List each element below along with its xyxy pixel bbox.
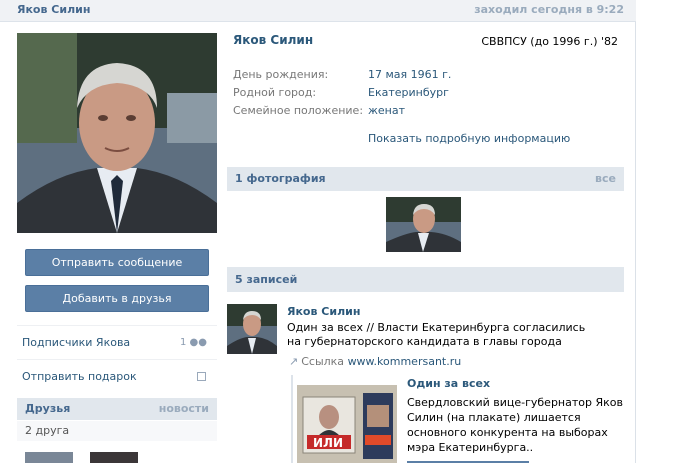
info-label: Семейное положение: (233, 104, 364, 117)
online-status: заходил сегодня в 9:22 (474, 3, 624, 16)
info-value[interactable]: Екатеринбург (368, 86, 449, 99)
followers-link[interactable]: Подписчики Якова 1 ●● (17, 325, 217, 358)
post-link-domain[interactable]: www.kommersant.ru (348, 355, 462, 368)
info-label: Родной город: (233, 86, 317, 99)
friends-count: 2 друга (17, 421, 217, 441)
add-friend-button[interactable]: Добавить в друзья (25, 285, 209, 312)
post-link-prefix: Ссылка (301, 355, 345, 368)
info-label: День рождения: (233, 68, 329, 81)
photo-image (386, 197, 461, 252)
send-message-button[interactable]: Отправить сообщение (25, 249, 209, 276)
show-more-info-link[interactable]: Показать подробную информацию (368, 132, 570, 145)
post-link[interactable]: ↗ Ссылка www.kommersant.ru (289, 355, 461, 368)
avatar-photo (17, 33, 217, 233)
post-text: Один за всех // Власти Екатеринбурга сог… (287, 321, 586, 348)
link-arrow-icon: ↗ (289, 355, 299, 368)
followers-label: Подписчики Якова (22, 336, 131, 349)
friend-avatar[interactable] (90, 452, 138, 463)
wall-section-header: 5 записей (227, 267, 624, 292)
attachment-poster (297, 385, 397, 463)
post-avatar-image (227, 304, 277, 354)
header-name[interactable]: Яков Силин (17, 3, 90, 16)
info-value[interactable]: женат (368, 104, 405, 117)
friends-section-header: Друзья новости (17, 398, 217, 420)
profile-school[interactable]: СВВПСУ (до 1996 г.) '82 (481, 35, 618, 48)
attachment-title[interactable]: Один за всех (407, 377, 490, 390)
photos-section-header: 1 фотография все (227, 167, 624, 191)
photos-title[interactable]: 1 фотография (235, 172, 326, 185)
photo-thumbnail[interactable] (386, 197, 461, 252)
profile-avatar[interactable] (17, 33, 217, 233)
followers-count: 1 ●● (179, 337, 207, 348)
attachment-image[interactable]: ИЛИ (297, 385, 397, 463)
friends-news-link[interactable]: новости (159, 398, 209, 420)
wall-title[interactable]: 5 записей (235, 273, 297, 286)
gift-icon (197, 372, 206, 381)
profile-name: Яков Силин (233, 33, 314, 47)
attachment-text: Свердловский вице-губернатор Яков Силин … (407, 396, 623, 454)
friends-title[interactable]: Друзья (25, 402, 70, 415)
profile-header-bar: Яков Силин заходил сегодня в 9:22 (0, 0, 636, 22)
people-icon: ●● (189, 337, 207, 348)
send-gift-link[interactable]: Отправить подарок (17, 359, 217, 392)
post-author-avatar[interactable] (227, 304, 277, 354)
poster-text: ИЛИ (313, 436, 344, 450)
friend-avatar[interactable] (25, 452, 73, 463)
post-author-name[interactable]: Яков Силин (287, 305, 360, 318)
profile-page: Яков Силин заходил сегодня в 9:22 Отправ… (0, 0, 636, 463)
send-gift-label: Отправить подарок (22, 370, 137, 383)
photos-all-link[interactable]: все (595, 167, 616, 191)
info-value[interactable]: 17 мая 1961 г. (368, 68, 451, 81)
